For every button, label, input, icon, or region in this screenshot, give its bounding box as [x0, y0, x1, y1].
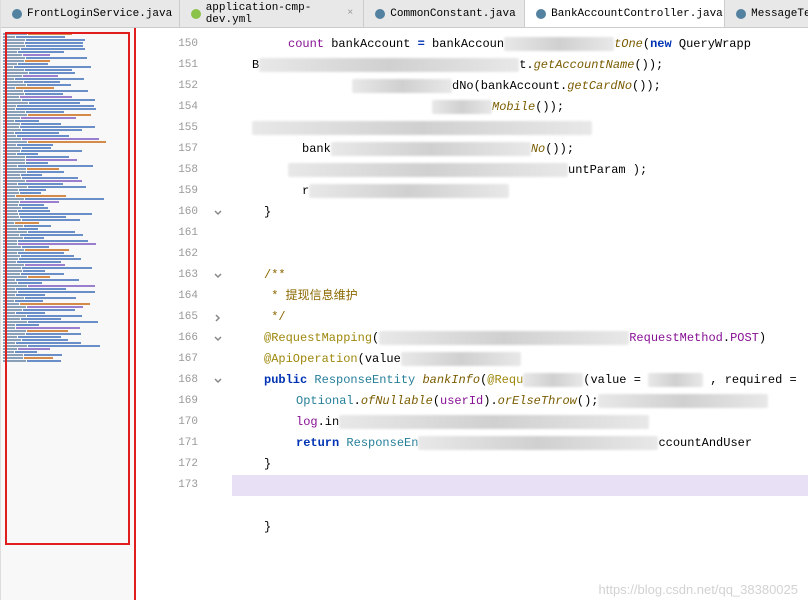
code-minimap[interactable] [1, 28, 136, 600]
line-number: 166 [136, 328, 198, 349]
editor-tabs: FrontLoginService.java×application-cmp-d… [1, 0, 808, 28]
close-icon[interactable]: × [347, 8, 353, 19]
code-line[interactable]: @RequestMapping(RequestMethod.POST) [232, 328, 808, 349]
tab-label: MessageTemplat... [751, 8, 808, 20]
code-line[interactable]: public ResponseEntity bankInfo(@Requ(val… [232, 370, 808, 391]
fold-marker[interactable] [206, 160, 230, 181]
code-line[interactable]: @ApiOperation(value [232, 349, 808, 370]
line-number: 154 [136, 97, 198, 118]
line-number: 160 [136, 202, 198, 223]
fold-marker[interactable] [206, 496, 230, 517]
fold-marker[interactable] [206, 55, 230, 76]
fold-marker[interactable] [206, 475, 230, 496]
fold-marker[interactable] [206, 244, 230, 265]
line-number: 168 [136, 370, 198, 391]
fold-marker[interactable] [206, 223, 230, 244]
line-number-gutter: 1501511521541551571581591601611621631641… [136, 28, 206, 600]
fold-marker[interactable] [206, 370, 230, 391]
tab-label: CommonConstant.java [390, 8, 515, 20]
editor-tab[interactable]: BankAccountController.java× [525, 0, 725, 27]
fold-marker[interactable] [206, 328, 230, 349]
tab-label: BankAccountController.java [551, 8, 723, 20]
line-number: 164 [136, 286, 198, 307]
line-number: 150 [136, 34, 198, 55]
editor-tab[interactable]: FrontLoginService.java× [1, 0, 180, 27]
code-line[interactable] [232, 244, 808, 265]
java-icon [374, 8, 386, 20]
code-line[interactable]: Bt.getAccountName()); [232, 55, 808, 76]
fold-marker[interactable] [206, 391, 230, 412]
tab-label: application-cmp-dev.yml [206, 2, 340, 26]
fold-marker[interactable] [206, 181, 230, 202]
code-line[interactable]: dNo(bankAccount.getCardNo()); [232, 76, 808, 97]
fold-marker[interactable] [206, 517, 230, 538]
yml-icon [190, 8, 202, 20]
editor-tab[interactable]: application-cmp-dev.yml × [180, 0, 365, 27]
fold-marker[interactable] [206, 265, 230, 286]
code-line[interactable]: * 提现信息维护 [232, 286, 808, 307]
code-line[interactable]: */ [232, 307, 808, 328]
line-number: 169 [136, 391, 198, 412]
code-line[interactable]: } [232, 517, 808, 538]
editor-tab[interactable]: CommonConstant.java× [364, 0, 525, 27]
fold-marker[interactable] [206, 139, 230, 160]
fold-gutter[interactable] [206, 28, 230, 600]
code-line[interactable]: Optional.ofNullable(userId).orElseThrow(… [232, 391, 808, 412]
line-number: 158 [136, 160, 198, 181]
fold-marker[interactable] [206, 412, 230, 433]
line-number: 151 [136, 55, 198, 76]
fold-marker[interactable] [206, 349, 230, 370]
editor-area: FrontLoginService.java×application-cmp-d… [1, 0, 808, 600]
fold-marker[interactable] [206, 202, 230, 223]
line-number: 163 [136, 265, 198, 286]
line-number: 173 [136, 475, 198, 496]
java-icon [11, 8, 23, 20]
code-editor[interactable]: count bankAccount = bankAccountOne(new Q… [230, 28, 808, 600]
line-number: 167 [136, 349, 198, 370]
line-number: 155 [136, 118, 198, 139]
line-number: 165 [136, 307, 198, 328]
code-line[interactable]: count bankAccount = bankAccountOne(new Q… [232, 34, 808, 55]
line-number: 170 [136, 412, 198, 433]
fold-marker[interactable] [206, 76, 230, 97]
fold-marker[interactable] [206, 307, 230, 328]
code-line[interactable] [232, 118, 808, 139]
line-number: 161 [136, 223, 198, 244]
fold-marker[interactable] [206, 34, 230, 55]
code-line[interactable]: } [232, 454, 808, 475]
fold-marker[interactable] [206, 454, 230, 475]
code-line[interactable]: log.in [232, 412, 808, 433]
line-number: 152 [136, 76, 198, 97]
java-icon [535, 8, 547, 20]
fold-marker[interactable] [206, 118, 230, 139]
editor-tab[interactable]: MessageTemplat...× [725, 0, 808, 27]
fold-marker[interactable] [206, 433, 230, 454]
code-line[interactable]: return ResponseEnccountAndUser [232, 433, 808, 454]
line-number: 157 [136, 139, 198, 160]
line-number: 172 [136, 454, 198, 475]
code-line[interactable]: untParam ); [232, 160, 808, 181]
code-line[interactable] [232, 223, 808, 244]
tab-label: FrontLoginService.java [27, 8, 172, 20]
fold-marker[interactable] [206, 97, 230, 118]
code-line[interactable]: Mobile()); [232, 97, 808, 118]
code-line[interactable]: } [232, 202, 808, 223]
code-line[interactable]: bankNo()); [232, 139, 808, 160]
java-icon [735, 8, 747, 20]
code-line[interactable] [232, 475, 808, 496]
line-number: 171 [136, 433, 198, 454]
line-number: 162 [136, 244, 198, 265]
code-line[interactable]: /** [232, 265, 808, 286]
line-number: 159 [136, 181, 198, 202]
code-line[interactable]: r [232, 181, 808, 202]
fold-marker[interactable] [206, 286, 230, 307]
code-line[interactable] [232, 496, 808, 517]
